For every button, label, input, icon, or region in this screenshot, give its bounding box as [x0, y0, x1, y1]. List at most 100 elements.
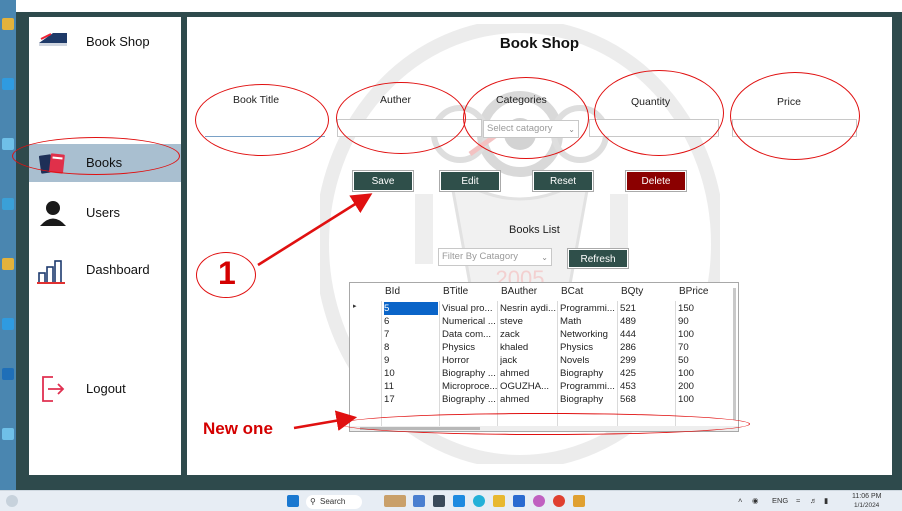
- table-cell[interactable]: Biography ...: [442, 393, 498, 406]
- windows-start-icon[interactable]: [287, 495, 299, 507]
- refresh-button[interactable]: Refresh: [568, 249, 628, 268]
- clock-time[interactable]: 11:06 PM: [852, 493, 881, 500]
- table-cell[interactable]: Programmi...: [560, 302, 616, 315]
- clock-date[interactable]: 1/1/2024: [854, 502, 879, 509]
- table-cell[interactable]: 100: [678, 328, 734, 341]
- table-cell[interactable]: Horror: [442, 354, 498, 367]
- desktop-app-icon[interactable]: [2, 258, 14, 270]
- table-cell[interactable]: OGUZHA...: [500, 380, 556, 393]
- table-row[interactable]: ▸ 5 Visual pro... Nesrin aydi... Programmi..…: [350, 302, 738, 315]
- table-cell[interactable]: 568: [620, 393, 676, 406]
- desktop-app-icon[interactable]: [2, 368, 14, 380]
- desktop-app-icon[interactable]: [2, 318, 14, 330]
- taskbar-search[interactable]: ⚲ Search: [306, 495, 362, 509]
- table-cell[interactable]: 5: [384, 302, 438, 315]
- table-row[interactable]: 7 Data com... zack Networking 444 100: [350, 328, 738, 341]
- wifi-icon[interactable]: ≈: [796, 496, 800, 505]
- table-cell[interactable]: 100: [678, 393, 734, 406]
- battery-icon[interactable]: ▮: [824, 496, 828, 505]
- taskbar-app-icon[interactable]: [493, 495, 505, 507]
- taskbar-app-icon[interactable]: [453, 495, 465, 507]
- table-cell[interactable]: Math: [560, 315, 616, 328]
- table-cell[interactable]: 17: [384, 393, 438, 406]
- taskbar-app-icon[interactable]: [413, 495, 425, 507]
- table-cell[interactable]: 299: [620, 354, 676, 367]
- table-cell[interactable]: 50: [678, 354, 734, 367]
- table-cell[interactable]: 286: [620, 341, 676, 354]
- table-cell[interactable]: Physics: [560, 341, 616, 354]
- table-cell[interactable]: 10: [384, 367, 438, 380]
- desktop-folder-icon[interactable]: [2, 18, 14, 30]
- tray-app-icon[interactable]: ◉: [752, 496, 759, 505]
- table-cell[interactable]: Nesrin aydi...: [500, 302, 556, 315]
- column-header[interactable]: BQty: [621, 286, 643, 297]
- table-cell[interactable]: 200: [678, 380, 734, 393]
- desktop-app-icon[interactable]: [2, 78, 14, 90]
- taskbar-app-icon[interactable]: [553, 495, 565, 507]
- table-cell[interactable]: 9: [384, 354, 438, 367]
- table-cell[interactable]: ahmed: [500, 393, 556, 406]
- column-header[interactable]: BPrice: [679, 286, 708, 297]
- table-cell[interactable]: 90: [678, 315, 734, 328]
- table-row[interactable]: 10 Biography ... ahmed Biography 425 100: [350, 367, 738, 380]
- table-cell[interactable]: jack: [500, 354, 556, 367]
- table-row[interactable]: 8 Physics khaled Physics 286 70: [350, 341, 738, 354]
- column-header[interactable]: BCat: [561, 286, 583, 297]
- desktop-app-icon[interactable]: [2, 198, 14, 210]
- language-indicator[interactable]: ENG: [772, 496, 788, 505]
- table-cell[interactable]: Programmi...: [560, 380, 616, 393]
- filter-category-select[interactable]: Filter By Catagory ⌄: [438, 248, 552, 266]
- table-cell[interactable]: Numerical ...: [442, 315, 498, 328]
- table-row[interactable]: 11 Microproce... OGUZHA... Programmi... 453 2…: [350, 380, 738, 393]
- column-header[interactable]: BId: [385, 286, 400, 297]
- books-table[interactable]: BId BTitle BAuther BCat BQty BPrice ▸ 5 Vi…: [349, 282, 739, 432]
- table-cell[interactable]: Visual pro...: [442, 302, 498, 315]
- table-cell[interactable]: 6: [384, 315, 438, 328]
- taskbar-app-icon[interactable]: [473, 495, 485, 507]
- taskbar-app-icon[interactable]: [384, 495, 406, 507]
- table-cell[interactable]: Networking: [560, 328, 616, 341]
- volume-icon[interactable]: ♬: [810, 496, 818, 505]
- taskbar-app-icon[interactable]: [513, 495, 525, 507]
- table-row[interactable]: 9 Horror jack Novels 299 50: [350, 354, 738, 367]
- table-cell[interactable]: 100: [678, 367, 734, 380]
- sidebar-item-logout[interactable]: Logout: [29, 370, 181, 408]
- table-cell[interactable]: steve: [500, 315, 556, 328]
- table-cell[interactable]: 425: [620, 367, 676, 380]
- desktop-app-icon[interactable]: [2, 138, 14, 150]
- table-row[interactable]: 17 Biography ... ahmed Biography 568 100: [350, 393, 738, 406]
- save-button[interactable]: Save: [353, 171, 413, 191]
- table-cell[interactable]: Physics: [442, 341, 498, 354]
- table-cell[interactable]: Novels: [560, 354, 616, 367]
- edit-button[interactable]: Edit: [440, 171, 500, 191]
- table-cell[interactable]: 7: [384, 328, 438, 341]
- table-cell[interactable]: 70: [678, 341, 734, 354]
- table-cell[interactable]: 489: [620, 315, 676, 328]
- table-cell[interactable]: Microproce...: [442, 380, 498, 393]
- table-row[interactable]: 6 Numerical ... steve Math 489 90: [350, 315, 738, 328]
- table-cell[interactable]: 8: [384, 341, 438, 354]
- taskbar-app-icon[interactable]: [573, 495, 585, 507]
- column-header[interactable]: BAuther: [501, 286, 537, 297]
- chevron-up-icon[interactable]: ˄: [738, 496, 742, 505]
- taskbar-app-icon[interactable]: [533, 495, 545, 507]
- table-cell[interactable]: 11: [384, 380, 438, 393]
- table-cell[interactable]: Biography: [560, 367, 616, 380]
- column-header[interactable]: BTitle: [443, 286, 468, 297]
- table-cell[interactable]: Biography ...: [442, 367, 498, 380]
- delete-button[interactable]: Delete: [626, 171, 686, 191]
- table-cell[interactable]: 521: [620, 302, 676, 315]
- table-cell[interactable]: 453: [620, 380, 676, 393]
- sidebar-item-users[interactable]: Users: [29, 194, 181, 232]
- sidebar-item-dashboard[interactable]: Dashboard: [29, 251, 181, 289]
- table-cell[interactable]: ahmed: [500, 367, 556, 380]
- table-cell[interactable]: Biography: [560, 393, 616, 406]
- table-cell[interactable]: 150: [678, 302, 734, 315]
- reset-button[interactable]: Reset: [533, 171, 593, 191]
- table-cell[interactable]: zack: [500, 328, 556, 341]
- desktop-app-icon[interactable]: [2, 428, 14, 440]
- table-cell[interactable]: khaled: [500, 341, 556, 354]
- vertical-scrollbar[interactable]: [733, 288, 736, 420]
- table-cell[interactable]: Data com...: [442, 328, 498, 341]
- table-cell[interactable]: 444: [620, 328, 676, 341]
